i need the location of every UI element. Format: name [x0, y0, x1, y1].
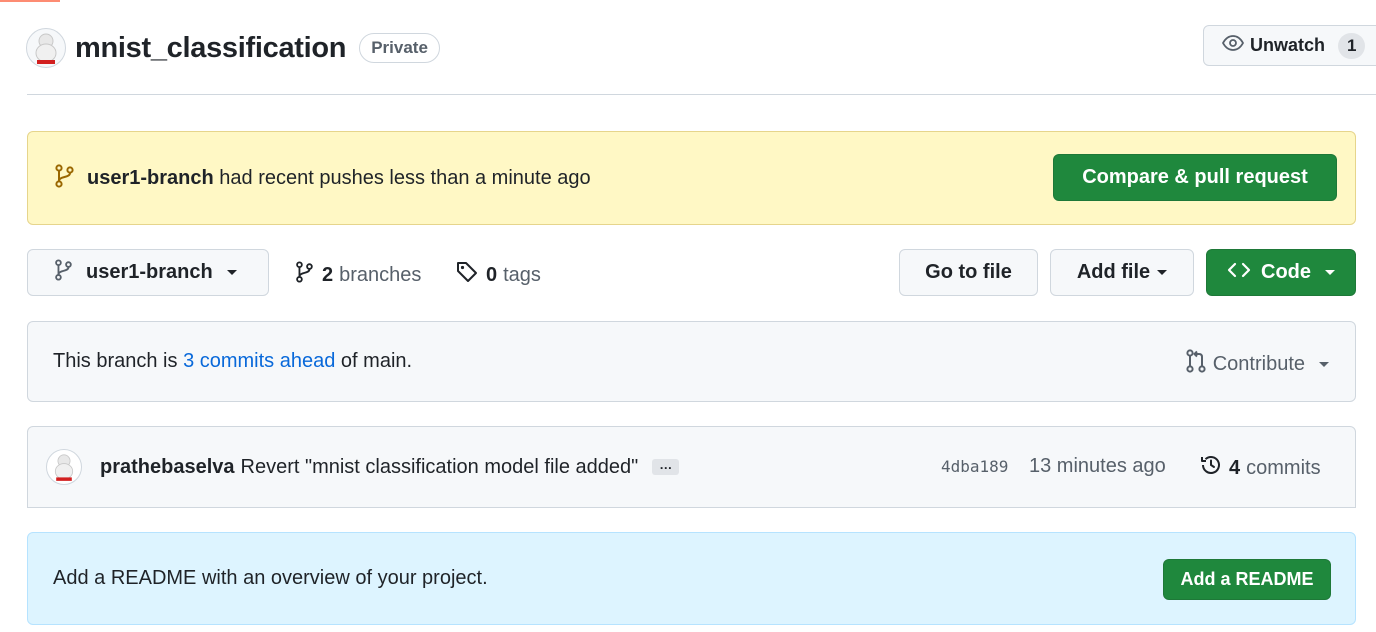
push-message: had recent pushes less than a minute ago	[219, 166, 591, 189]
commit-author-avatar[interactable]	[46, 449, 82, 485]
branch-icon	[53, 163, 75, 193]
visibility-badge: Private	[359, 33, 440, 63]
commits-count: 4	[1229, 456, 1241, 479]
commit-time[interactable]: 13 minutes ago	[1029, 455, 1166, 478]
commits-label: commits	[1246, 456, 1321, 479]
history-icon	[1199, 453, 1223, 483]
ahead-suffix: of main.	[340, 350, 413, 372]
branches-label: branches	[339, 263, 422, 286]
watchers-counter: 1	[1338, 32, 1366, 59]
recent-push-text: user1-branch had recent pushes less than…	[87, 167, 591, 190]
pull-request-icon	[1185, 349, 1207, 379]
commits-ahead-link[interactable]: 3 commits ahead	[183, 350, 335, 372]
ahead-text: This branch is 3 commits ahead of main.	[53, 350, 412, 373]
latest-commit-row: prathebaselva Revert "mnist classificati…	[27, 426, 1356, 508]
expand-commit-message-button[interactable]: …	[652, 458, 680, 475]
code-icon	[1227, 261, 1251, 285]
compare-pull-request-button[interactable]: Compare & pull request	[1053, 154, 1337, 201]
branches-count: 2	[322, 263, 334, 286]
add-file-button[interactable]: Add file	[1050, 249, 1194, 296]
commit-sha[interactable]: 4dba189	[941, 457, 1008, 476]
repo-header: mnist_classification Private	[26, 26, 440, 70]
commit-author[interactable]: prathebaselva	[100, 456, 235, 479]
code-label: Code	[1261, 261, 1311, 283]
readme-message: Add a README with an overview of your pr…	[53, 567, 488, 589]
commits-history-link[interactable]: 4 commits	[1199, 453, 1321, 483]
branches-link[interactable]: 2 branches	[294, 261, 421, 289]
header-divider	[27, 94, 1376, 95]
tags-count: 0	[486, 263, 498, 286]
branch-icon	[294, 261, 314, 289]
contribute-label: Contribute	[1212, 352, 1305, 375]
tags-link[interactable]: 0 tags	[456, 261, 541, 289]
tags-label: tags	[503, 263, 541, 286]
add-file-label: Add file	[1076, 261, 1151, 283]
branch-select-button[interactable]: user1-branch	[27, 249, 269, 296]
recent-push-banner: user1-branch had recent pushes less than…	[27, 131, 1356, 225]
commit-message[interactable]: Revert "mnist classification model file …	[241, 456, 639, 479]
contribute-dropdown[interactable]: Contribute	[1185, 349, 1329, 379]
owner-avatar[interactable]	[26, 28, 66, 68]
branch-icon	[53, 258, 73, 287]
unwatch-button[interactable]: Unwatch 1	[1203, 25, 1376, 66]
current-branch-label: user1-branch	[86, 261, 213, 283]
add-readme-button[interactable]: Add a README	[1163, 559, 1331, 600]
eye-icon	[1221, 35, 1245, 56]
code-button[interactable]: Code	[1206, 249, 1356, 296]
branch-comparison-banner: This branch is 3 commits ahead of main. …	[27, 321, 1356, 402]
top-nav-accent	[0, 0, 60, 2]
go-to-file-button[interactable]: Go to file	[899, 249, 1038, 296]
repo-name[interactable]: mnist_classification	[75, 32, 347, 65]
chevron-down-icon	[1157, 270, 1168, 275]
ahead-prefix: This branch is	[53, 350, 178, 372]
readme-prompt-banner: Add a README with an overview of your pr…	[27, 532, 1356, 625]
pushed-branch-name[interactable]: user1-branch	[87, 167, 214, 189]
chevron-down-icon	[1319, 361, 1329, 367]
chevron-down-icon	[226, 270, 237, 275]
chevron-down-icon	[1325, 270, 1335, 275]
tag-icon	[456, 261, 478, 289]
unwatch-label: Unwatch	[1250, 35, 1326, 55]
